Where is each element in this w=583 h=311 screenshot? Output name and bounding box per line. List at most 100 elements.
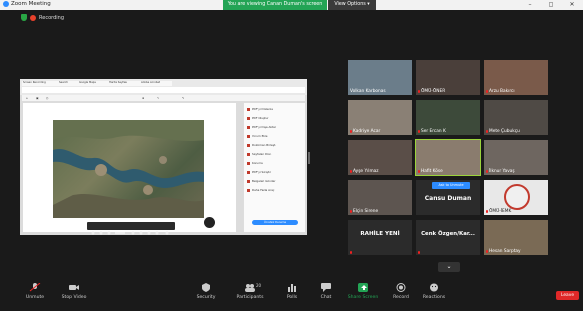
panel-item[interactable]: PDF'yi Düzenle xyxy=(247,107,273,111)
reactions-button[interactable]: Reactions xyxy=(414,283,454,300)
panel-item[interactable]: Belgeleri Gönder xyxy=(247,179,276,183)
record-icon xyxy=(396,283,406,292)
browser-tab[interactable]: Google Maps xyxy=(78,81,108,86)
panel-item[interactable]: Koruma xyxy=(247,161,263,165)
university-logo-icon xyxy=(504,184,530,210)
participants-icon xyxy=(245,284,255,292)
participant-status xyxy=(350,251,352,254)
browser-tab[interactable]: Harita Sayfası xyxy=(108,81,140,86)
participant-tile[interactable]: ÖMÜ-ÖNER xyxy=(416,60,480,95)
panel-item[interactable]: Sayfaları Düz. xyxy=(247,152,271,156)
panel-item-label: Sayfaları Düz. xyxy=(252,152,272,156)
muted-mic-icon xyxy=(418,90,420,93)
participant-name: Mete Çubukçu xyxy=(486,129,520,134)
participant-tile[interactable]: Elçin Sirene xyxy=(348,180,412,215)
participant-tile[interactable]: Hesan Sarptay xyxy=(484,220,548,255)
participant-tile[interactable]: Ask to Unmute Cansu Duman xyxy=(416,180,480,215)
panel-item[interactable]: PDF'yi Dışa Aktar xyxy=(247,125,276,129)
maximize-icon[interactable]: ◻ xyxy=(544,0,558,10)
participant-tile[interactable]: Volkan Karbonas xyxy=(348,60,412,95)
sign-button[interactable] xyxy=(204,217,215,228)
zoom-meeting-window: Zoom Meeting You are viewing Canan Duman… xyxy=(0,0,583,311)
browser-chrome: Screen Recording Search Google Maps Hari… xyxy=(20,79,307,95)
unmute-button[interactable]: Unmute xyxy=(15,283,55,300)
panel-item[interactable]: PDF'yi Sıkıştır xyxy=(247,170,271,174)
participant-name: Cenk Özgen/Kar... xyxy=(421,231,475,237)
reactions-label: Reactions xyxy=(422,295,446,300)
panel-item-label: Yorum Ekle xyxy=(252,134,268,138)
viewing-banner: You are viewing Canan Duman's screen xyxy=(223,0,327,10)
panel-item-label: PDF Oluştur xyxy=(252,116,269,120)
ask-to-unmute-button[interactable]: Ask to Unmute xyxy=(432,182,470,189)
participant-name: ÖMÜ-ÖNER xyxy=(418,89,445,94)
participant-tile[interactable]: ÖMÜ-İEMK xyxy=(484,180,548,215)
shield-icon[interactable] xyxy=(21,14,27,21)
map-graphic xyxy=(53,120,204,218)
panel-item[interactable]: Yorum Ekle xyxy=(247,134,267,138)
muted-mic-icon xyxy=(418,251,420,254)
shared-screen[interactable]: Screen Recording Search Google Maps Hari… xyxy=(20,79,307,235)
browser-tab[interactable]: Adobe Acrobat xyxy=(140,81,172,86)
participant-name: Hafit Köse xyxy=(418,169,443,174)
polls-icon xyxy=(288,284,296,292)
participant-tile[interactable]: Cenk Özgen/Kar... xyxy=(416,220,480,255)
participant-name: Hesan Sarptay xyxy=(486,249,521,254)
share-screen-button[interactable]: Share Screen xyxy=(343,283,383,300)
chat-label: Chat xyxy=(320,295,332,300)
browser-tab[interactable]: Search xyxy=(58,81,78,86)
satellite-map-image xyxy=(53,120,204,218)
muted-mic-icon xyxy=(350,251,352,254)
select-icon[interactable]: ↖ xyxy=(157,96,159,100)
stop-video-button[interactable]: Stop Video xyxy=(54,283,94,300)
panel-item[interactable]: Doküman Birleşt. xyxy=(247,143,276,147)
pdf-floating-toolbar[interactable] xyxy=(87,222,175,235)
address-bar[interactable] xyxy=(22,87,305,93)
browser-tab[interactable]: Screen Recording xyxy=(22,81,58,86)
security-button[interactable]: Security xyxy=(186,283,226,300)
muted-mic-icon xyxy=(350,130,352,133)
participant-tile[interactable]: Ayşe Yılmaz xyxy=(348,140,412,175)
participant-tile[interactable]: Arzu Bakırcı xyxy=(484,60,548,95)
panel-item-label: PDF'yi Sıkıştır xyxy=(252,170,271,174)
view-options-button[interactable]: View Options ▾ xyxy=(328,0,376,10)
participants-label: Participants xyxy=(236,295,264,300)
chat-button[interactable]: Chat xyxy=(306,283,346,300)
participant-tile[interactable]: Kadriye Acar xyxy=(348,100,412,135)
shield-icon xyxy=(202,283,210,292)
microphone-muted-icon xyxy=(29,283,41,292)
close-icon[interactable]: ✕ xyxy=(565,0,579,10)
muted-mic-icon xyxy=(418,130,420,133)
participant-name: Ser Ercan K xyxy=(418,129,446,134)
zoom-icon[interactable]: ⊕ xyxy=(142,96,144,100)
pen-icon[interactable]: ✎ xyxy=(182,96,184,100)
muted-mic-icon xyxy=(418,170,420,173)
participant-tile[interactable]: Mete Çubukçu xyxy=(484,100,548,135)
participant-tile[interactable]: RAHİLE YENİ xyxy=(348,220,412,255)
home-icon[interactable]: ⌂ xyxy=(26,96,28,100)
leave-button[interactable]: Leave xyxy=(556,291,579,300)
participant-tile[interactable]: Ser Ercan K xyxy=(416,100,480,135)
panel-item-label: Doküman Birleşt. xyxy=(252,143,277,147)
muted-mic-icon xyxy=(350,170,352,173)
stop-video-label: Stop Video xyxy=(61,295,87,300)
muted-mic-icon xyxy=(486,130,488,133)
participant-tile[interactable]: İlknur Yavaş xyxy=(484,140,548,175)
participants-count: 20 xyxy=(256,283,262,288)
panel-item[interactable]: Daha Fazla Araç xyxy=(247,188,274,192)
participant-tile-active-speaker[interactable]: Hafit Köse xyxy=(415,139,481,176)
panel-cta-button[interactable]: Ücretsiz Deneme xyxy=(252,220,298,225)
participant-name: Cansu Duman xyxy=(424,195,472,202)
splitter-handle[interactable] xyxy=(308,152,310,164)
print-icon[interactable]: ⎙ xyxy=(46,96,48,100)
record-dot-icon xyxy=(30,14,36,21)
participant-name: İlknur Yavaş xyxy=(486,169,515,174)
next-page-button[interactable]: ⌄ xyxy=(438,262,460,272)
save-icon[interactable]: ▣ xyxy=(36,96,39,100)
panel-item[interactable]: PDF Oluştur xyxy=(247,116,269,120)
pdf-page xyxy=(23,103,236,235)
tools-panel: PDF'yi Düzenle PDF Oluştur PDF'yi Dışa A… xyxy=(243,103,305,232)
minimize-icon[interactable]: – xyxy=(523,0,537,10)
participants-button[interactable]: Participants 20 xyxy=(230,283,270,300)
participant-name: RAHİLE YENİ xyxy=(360,231,400,237)
chat-icon xyxy=(321,283,331,292)
